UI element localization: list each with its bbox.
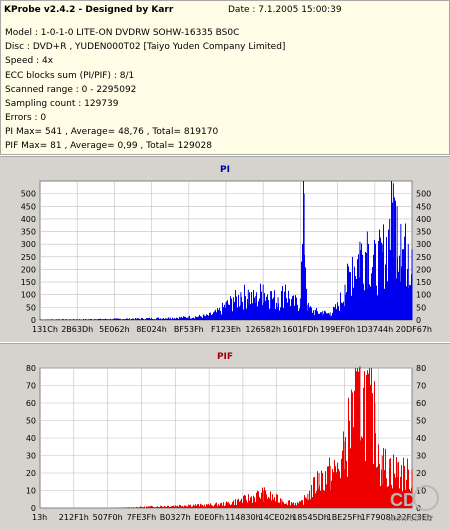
y-tick-label-left: 150	[21, 278, 36, 287]
y-tick-label-left: 0	[31, 504, 36, 513]
info-range: Scanned range : 0 - 2295092	[5, 85, 137, 95]
x-tick-label: 131Ch	[32, 325, 58, 334]
info-pif-stats: PIF Max= 81 , Average= 0,99 , Total= 129…	[5, 141, 212, 151]
x-tick-label: 2B63Dh	[61, 325, 93, 334]
x-tick-label: 507F0h	[93, 513, 123, 522]
info-disc: Disc : DVD+R , YUDEN000T02 [Taiyo Yuden …	[5, 42, 286, 52]
x-tick-label: 126582h	[245, 325, 281, 334]
y-tick-label-left: 80	[26, 364, 36, 373]
info-speed: Speed : 4x	[5, 56, 54, 66]
x-tick-label: E0E0Fh	[194, 513, 224, 522]
y-tick-label-left: 100	[21, 291, 36, 300]
x-tick-label: F123Eh	[211, 325, 241, 334]
x-tick-label: 212F1h	[59, 513, 89, 522]
y-tick-label-right: 30	[416, 452, 426, 461]
info-model: Model : 1-0-1-0 LITE-ON DVDRW SOHW-16335…	[5, 28, 240, 38]
y-tick-label-right: 100	[416, 291, 431, 300]
pif-chart-title: PIF	[217, 352, 233, 362]
watermark-logo-text: CD	[390, 490, 416, 510]
x-tick-label: 18545Dh	[292, 513, 329, 522]
y-tick-label-left: 250	[21, 253, 36, 262]
x-tick-label: 14CE02h	[259, 513, 295, 522]
y-tick-label-left: 350	[21, 228, 36, 237]
pi-chart-title: PI	[220, 165, 230, 175]
x-tick-label: 1601FDh	[282, 325, 318, 334]
info-ecc: ECC blocks sum (PI/PIF) : 8/1	[5, 71, 135, 81]
y-tick-label-right: 450	[416, 202, 431, 211]
y-tick-label-right: 500	[416, 190, 431, 199]
x-tick-label: 20DF67h	[396, 325, 432, 334]
y-tick-label-left: 30	[26, 452, 36, 461]
x-tick-label: 1BE25Fh	[327, 513, 362, 522]
y-tick-label-left: 60	[26, 399, 36, 408]
x-tick-label: 5E062h	[99, 325, 129, 334]
y-tick-label-left: 450	[21, 202, 36, 211]
y-tick-label-left: 300	[21, 240, 36, 249]
app-title: KProbe v2.4.2 - Designed by Karr	[4, 5, 174, 15]
x-tick-label: 114830h	[225, 513, 261, 522]
y-tick-label-left: 70	[26, 382, 36, 391]
x-tick-label: 199EF0h	[320, 325, 355, 334]
info-errors: Errors : 0	[5, 113, 47, 123]
y-tick-label-right: 350	[416, 228, 431, 237]
pi-chart-panel: PI 0 0 50 50 100 100 150 150 200 200 250 250 300 300 35…	[0, 156, 450, 342]
y-tick-label-right: 20	[416, 469, 426, 478]
info-pi-stats: PI Max= 541 , Average= 48,76 , Total= 81…	[5, 127, 219, 137]
y-tick-label-right: 80	[416, 364, 426, 373]
scan-date: Date : 7.1.2005 15:00:39	[228, 5, 342, 15]
y-tick-label-right: 0	[416, 316, 421, 325]
x-tick-label: 7FE3Fh	[127, 513, 157, 522]
x-tick-label: 1D3744h	[356, 325, 393, 334]
y-tick-label-right: 200	[416, 265, 431, 274]
cdr-watermark: CD www.cdr.cz	[380, 482, 446, 526]
watermark-url: www.cdr.cz	[388, 513, 434, 523]
y-tick-label-right: 50	[416, 303, 426, 312]
y-tick-label-right: 250	[416, 253, 431, 262]
x-tick-label: B0327h	[160, 513, 191, 522]
x-tick-label: 13h	[32, 513, 47, 522]
y-tick-label-right: 300	[416, 240, 431, 249]
y-tick-label-right: 400	[416, 215, 431, 224]
y-tick-label-right: 60	[416, 399, 426, 408]
y-tick-label-right: 50	[416, 417, 426, 426]
y-tick-label-left: 200	[21, 265, 36, 274]
y-tick-label-left: 0	[31, 316, 36, 325]
y-tick-label-left: 400	[21, 215, 36, 224]
info-sampling: Sampling count : 129739	[5, 99, 119, 109]
y-tick-label-left: 500	[21, 190, 36, 199]
x-tick-label: 8E024h	[136, 325, 166, 334]
y-tick-label-right: 70	[416, 382, 426, 391]
y-tick-label-right: 150	[416, 278, 431, 287]
y-tick-label-left: 40	[26, 434, 36, 443]
y-tick-label-left: 50	[26, 417, 36, 426]
y-tick-label-left: 10	[26, 487, 36, 496]
pi-chart: PI 0 0 50 50 100 100 150 150 200 200 250 250 300 300 35…	[21, 165, 432, 334]
y-tick-label-right: 40	[416, 434, 426, 443]
x-tick-label: BF53Fh	[174, 325, 204, 334]
y-tick-label-left: 20	[26, 469, 36, 478]
info-panel: KProbe v2.4.2 - Designed by Karr Date : …	[0, 0, 450, 155]
y-tick-label-left: 50	[26, 303, 36, 312]
